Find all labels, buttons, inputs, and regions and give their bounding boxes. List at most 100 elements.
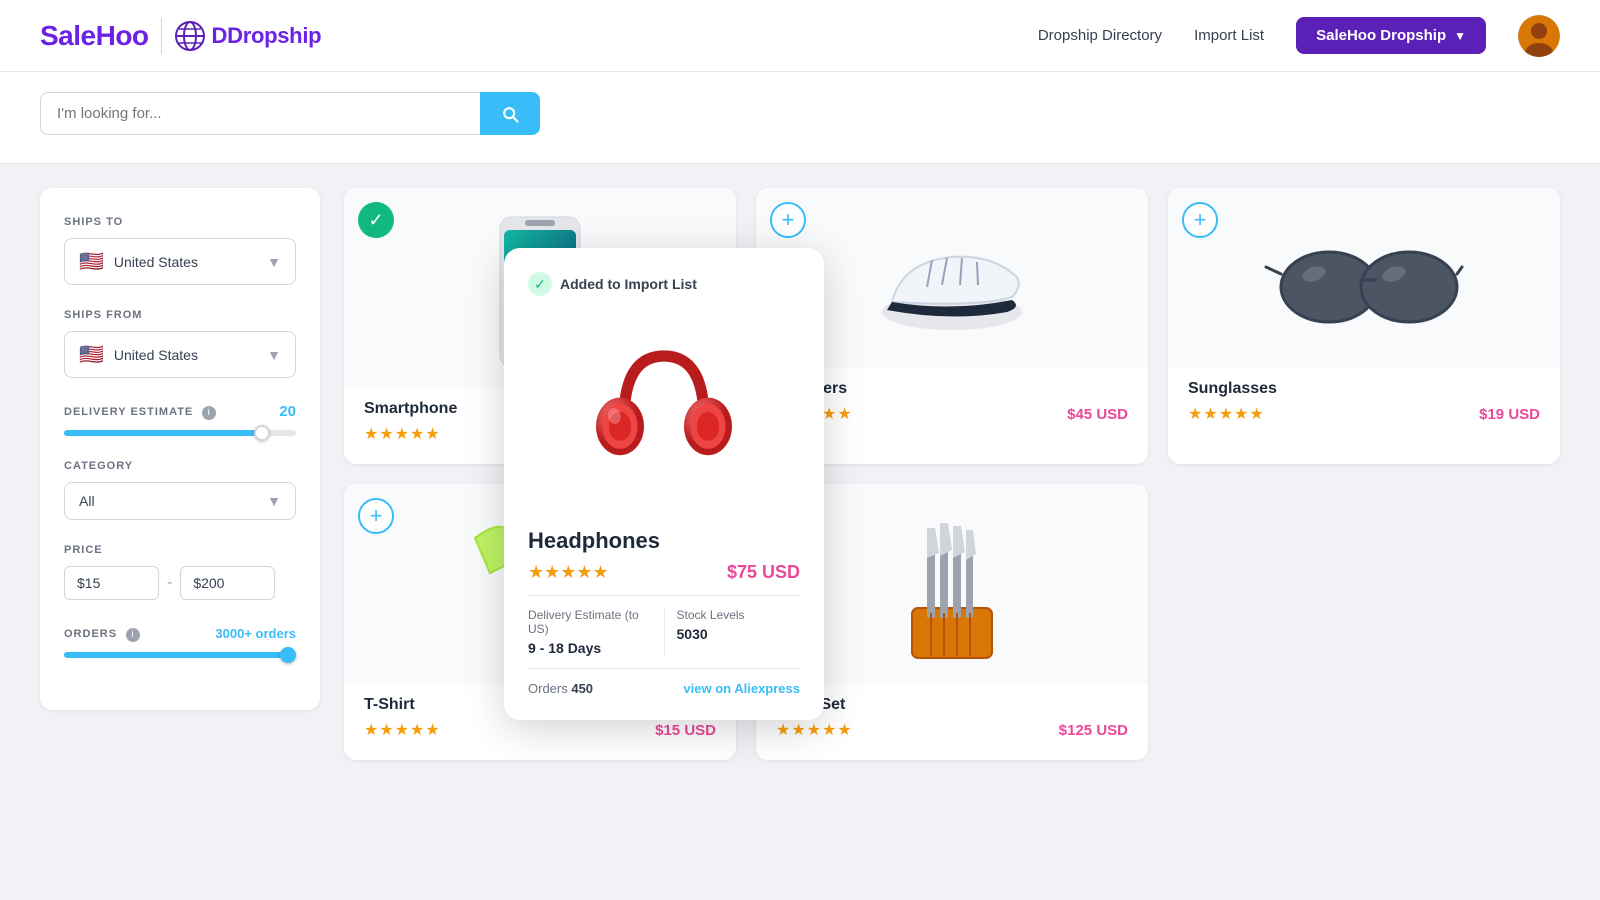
product-name-sunglasses: Sunglasses — [1188, 380, 1540, 398]
ships-from-select[interactable]: 🇺🇸 United States ▼ — [64, 331, 296, 378]
chevron-down-icon: ▼ — [1454, 29, 1466, 43]
search-button[interactable] — [480, 92, 540, 135]
popup-delivery-col: Delivery Estimate (to US) 9 - 18 Days — [528, 608, 665, 656]
orders-section: ORDERS i 3000+ orders — [64, 624, 296, 658]
category-label: CATEGORY — [64, 460, 296, 472]
search-input[interactable] — [40, 92, 480, 135]
add-button-sneakers[interactable]: + — [770, 202, 806, 238]
category-value: All — [79, 493, 257, 509]
product-stars-knifeset: ★★★★★ — [776, 720, 853, 740]
delivery-info-icon: i — [202, 406, 216, 420]
products-area: ✓ Smartphone ★★★★★ $199 USD — [344, 188, 1560, 870]
orders-info-icon: i — [126, 628, 140, 642]
us-flag-from-icon: 🇺🇸 — [79, 342, 104, 367]
popup-added-text: Added to Import List — [560, 276, 697, 292]
product-price-sneakers: $45 USD — [1067, 406, 1128, 423]
delivery-value: 20 — [279, 403, 296, 420]
orders-slider[interactable] — [64, 652, 296, 658]
price-dash: - — [167, 574, 172, 592]
orders-value: 3000+ orders — [215, 626, 296, 641]
logo-area: SaleHoo DDropship — [40, 18, 321, 54]
popup-delivery-value: 9 - 18 Days — [528, 640, 652, 656]
popup-orders-label: Orders 450 — [528, 681, 593, 696]
add-button-tshirt[interactable]: + — [358, 498, 394, 534]
main-nav: Dropship Directory Import List SaleHoo D… — [1038, 15, 1560, 57]
ships-to-select[interactable]: 🇺🇸 United States ▼ — [64, 238, 296, 285]
header: SaleHoo DDropship Dropship Directory Imp… — [0, 0, 1600, 72]
popup-details-row: Delivery Estimate (to US) 9 - 18 Days St… — [528, 608, 800, 656]
product-stars-sunglasses: ★★★★★ — [1188, 404, 1265, 424]
user-avatar[interactable] — [1518, 15, 1560, 57]
product-card-sunglasses: + Sunglasses ★★★★★ $19 USD — [1168, 188, 1560, 464]
orders-slider-thumb[interactable] — [280, 647, 296, 663]
delivery-row: DELIVERY ESTIMATE i 20 — [64, 402, 296, 420]
popup-stock-label: Stock Levels — [677, 608, 801, 622]
ships-to-label: SHIPS TO — [64, 216, 296, 228]
popup-orders-value: 450 — [571, 681, 593, 696]
product-name-knifeset: Knife Set — [776, 696, 1128, 714]
popup-divider — [528, 595, 800, 596]
category-select[interactable]: All ▼ — [64, 482, 296, 520]
add-button-sunglasses[interactable]: + — [1182, 202, 1218, 238]
salehoo-dropship-button[interactable]: SaleHoo Dropship ▼ — [1296, 17, 1486, 54]
ships-from-chevron-icon: ▼ — [267, 347, 281, 363]
us-flag-icon: 🇺🇸 — [79, 249, 104, 274]
delivery-section: DELIVERY ESTIMATE i 20 — [64, 402, 296, 436]
search-section — [0, 72, 1600, 164]
product-info-sunglasses: Sunglasses — [1168, 368, 1560, 398]
salehoo-logo: SaleHoo — [40, 20, 149, 52]
category-chevron-icon: ▼ — [267, 493, 281, 509]
popup-check-icon: ✓ — [528, 272, 552, 296]
product-price-sunglasses: $19 USD — [1479, 406, 1540, 423]
orders-label-area: ORDERS i — [64, 624, 140, 642]
delivery-slider[interactable] — [64, 430, 296, 436]
product-bottom-tshirt: ★★★★★ $15 USD — [344, 720, 736, 740]
category-section: CATEGORY All ▼ — [64, 460, 296, 520]
product-bottom-knifeset: ★★★★★ $125 USD — [756, 720, 1148, 740]
added-check-smartphone[interactable]: ✓ — [358, 202, 394, 238]
globe-icon — [174, 20, 206, 52]
slider-fill — [64, 430, 261, 436]
product-price-tshirt: $15 USD — [655, 722, 716, 739]
ships-from-value: United States — [114, 347, 257, 363]
popup-price: $75 USD — [727, 562, 800, 583]
main-content: SHIPS TO 🇺🇸 United States ▼ SHIPS FROM 🇺… — [0, 164, 1600, 894]
sneakers-image — [872, 222, 1032, 342]
ships-from-label: SHIPS FROM — [64, 309, 296, 321]
ships-from-section: SHIPS FROM 🇺🇸 United States ▼ — [64, 309, 296, 378]
product-stars-smartphone: ★★★★★ — [364, 424, 441, 444]
popup-added-row: ✓ Added to Import List — [528, 272, 800, 296]
popup-divider-2 — [528, 668, 800, 669]
price-max-input[interactable] — [180, 566, 275, 600]
slider-thumb[interactable] — [254, 425, 270, 441]
product-name-sneakers: Sneakers — [776, 380, 1128, 398]
price-min-input[interactable] — [64, 566, 159, 600]
popup-orders-row: Orders 450 view on Aliexpress — [528, 681, 800, 696]
orders-row: ORDERS i 3000+ orders — [64, 624, 296, 642]
product-detail-popup: ✓ Added to Import List — [504, 248, 824, 720]
sidebar: SHIPS TO 🇺🇸 United States ▼ SHIPS FROM 🇺… — [40, 188, 320, 710]
product-image-sunglasses — [1168, 188, 1560, 368]
popup-stars: ★★★★★ — [528, 562, 609, 583]
delivery-label: DELIVERY ESTIMATE i — [64, 402, 216, 420]
dropship-logo: DDropship — [174, 20, 322, 52]
popup-stock-col: Stock Levels 5030 — [665, 608, 801, 656]
product-stars-tshirt: ★★★★★ — [364, 720, 441, 740]
nav-dropship-directory[interactable]: Dropship Directory — [1038, 27, 1162, 44]
logo-divider — [161, 18, 162, 54]
popup-stars-row: ★★★★★ $75 USD — [528, 562, 800, 583]
search-icon — [500, 104, 520, 124]
price-label: PRICE — [64, 544, 296, 556]
popup-delivery-label: Delivery Estimate (to US) — [528, 608, 652, 636]
headphones-svg — [584, 332, 744, 492]
popup-stock-value: 5030 — [677, 626, 801, 642]
popup-aliexpress-link[interactable]: view on Aliexpress — [683, 681, 800, 696]
orders-slider-fill — [64, 652, 296, 658]
knifeset-image — [872, 508, 1032, 668]
product-price-knifeset: $125 USD — [1059, 722, 1128, 739]
search-bar — [40, 92, 540, 135]
nav-import-list[interactable]: Import List — [1194, 27, 1264, 44]
price-section: PRICE - — [64, 544, 296, 600]
price-range: - — [64, 566, 296, 600]
popup-card: ✓ Added to Import List — [504, 248, 824, 720]
